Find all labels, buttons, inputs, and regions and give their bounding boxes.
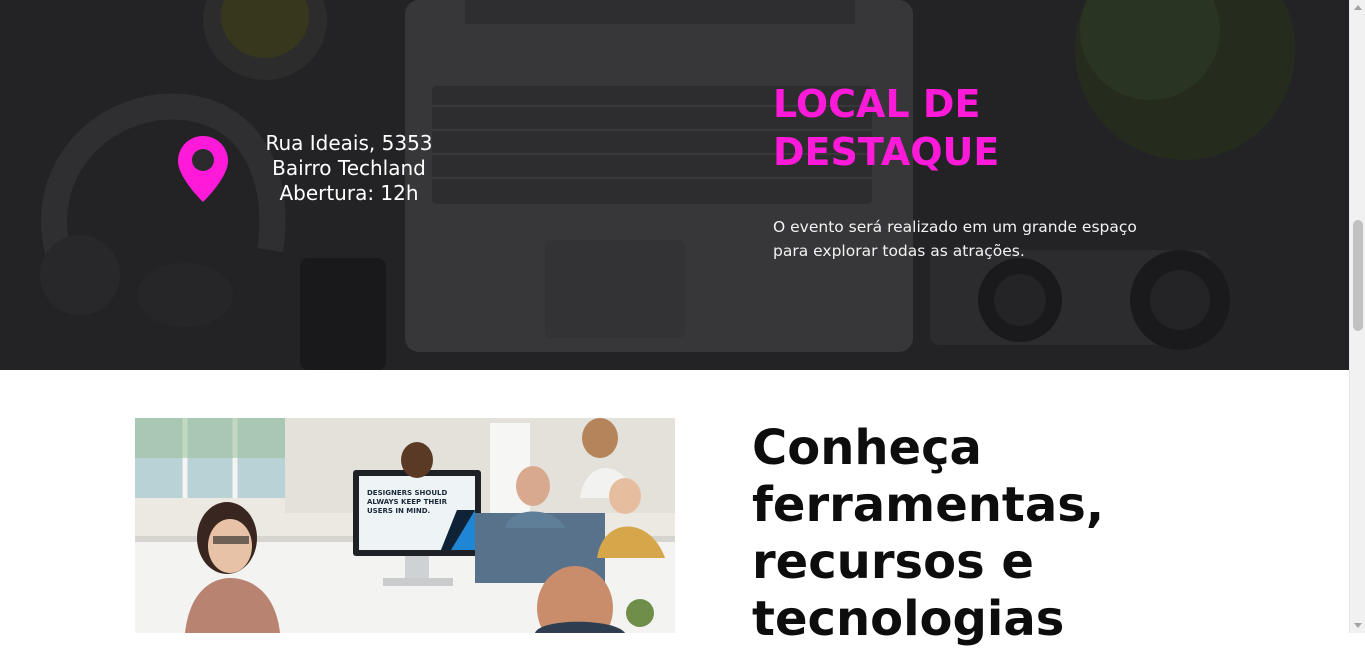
tools-heading-line1: Conheça	[752, 420, 982, 476]
tools-heading-line4: tecnologias	[752, 591, 1065, 647]
opening-time: Abertura: 12h	[279, 181, 419, 205]
location-title-line2: DESTAQUE	[773, 130, 1000, 174]
location-title: LOCAL DE DESTAQUE	[773, 80, 1073, 176]
tools-heading: Conheça ferramentas, recursos e tecnolog…	[752, 420, 1172, 648]
map-pin-icon	[178, 136, 228, 202]
address-district: Bairro Techland	[272, 156, 426, 180]
tools-heading-line2: ferramentas,	[752, 477, 1105, 533]
scrollbar-thumb[interactable]	[1353, 220, 1363, 331]
location-section: Rua Ideais, 5353 Bairro Techland Abertur…	[0, 0, 1349, 370]
svg-text:USERS IN MIND.: USERS IN MIND.	[367, 507, 430, 515]
page-scrollbar[interactable]	[1349, 0, 1365, 633]
location-title-line1: LOCAL DE	[773, 82, 981, 126]
tools-heading-line3: recursos e	[752, 534, 1034, 590]
scroll-up-arrow-icon[interactable]	[1354, 5, 1362, 10]
office-team-photo: DESIGNERS SHOULD ALWAYS KEEP THEIR USERS…	[135, 418, 675, 633]
svg-text:DESIGNERS SHOULD: DESIGNERS SHOULD	[367, 489, 447, 497]
scroll-down-arrow-icon[interactable]	[1354, 623, 1362, 628]
event-address: Rua Ideais, 5353 Bairro Techland Abertur…	[250, 131, 448, 206]
address-street: Rua Ideais, 5353	[265, 131, 433, 155]
svg-text:ALWAYS KEEP THEIR: ALWAYS KEEP THEIR	[367, 498, 448, 506]
location-description: O evento será realizado em um grande esp…	[773, 218, 1137, 260]
office-team-illustration: DESIGNERS SHOULD ALWAYS KEEP THEIR USERS…	[135, 418, 675, 633]
